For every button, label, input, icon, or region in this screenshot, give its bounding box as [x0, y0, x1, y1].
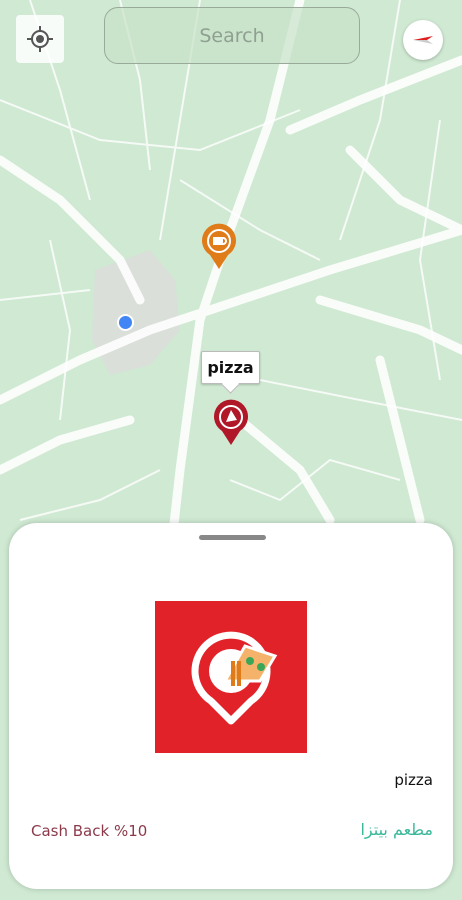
- pizza-marker-label: pizza: [201, 351, 260, 384]
- compass-icon: [413, 36, 433, 44]
- restaurant-name-en: pizza: [394, 771, 433, 789]
- current-location-dot: [117, 314, 134, 331]
- restaurant-name-ar: مطعم بيتزا: [360, 820, 433, 839]
- cashback-info: Cash Back %10: [31, 822, 148, 840]
- sheet-drag-handle[interactable]: [199, 535, 266, 540]
- locate-me-button[interactable]: [16, 15, 64, 63]
- compass-button[interactable]: [403, 20, 443, 60]
- restaurant-logo: [155, 601, 307, 753]
- pizza-pin-logo-icon: [191, 631, 278, 725]
- search-bar[interactable]: [104, 7, 360, 64]
- crosshair-icon: [27, 26, 53, 52]
- place-details-sheet[interactable]: pizza Cash Back %10 مطعم بيتزا: [9, 523, 453, 889]
- search-input[interactable]: [105, 23, 359, 48]
